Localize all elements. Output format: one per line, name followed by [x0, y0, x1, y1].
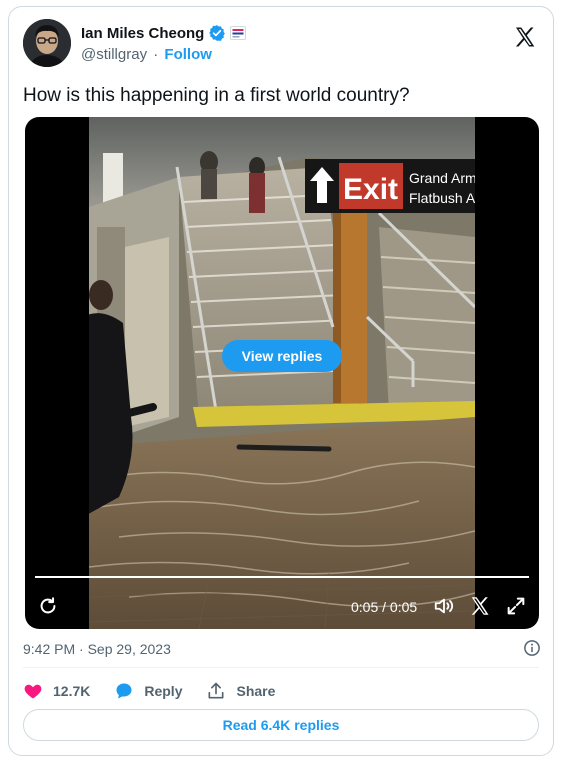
x-logo-icon[interactable]	[513, 25, 537, 49]
replay-icon[interactable]	[37, 595, 59, 617]
avatar[interactable]	[23, 19, 71, 67]
volume-icon[interactable]	[433, 595, 455, 617]
like-count: 12.7K	[53, 683, 91, 699]
fullscreen-icon[interactable]	[505, 595, 527, 617]
tweet-header: Ian Miles Cheong @stillgray · Follow	[23, 19, 539, 71]
verified-badge-icon	[208, 24, 226, 42]
progress-track[interactable]	[35, 576, 529, 578]
action-bar: 12.7K Reply Share	[23, 679, 299, 703]
sign-line1: Grand Arm	[409, 170, 475, 186]
read-replies-button[interactable]: Read 6.4K replies	[23, 709, 539, 741]
divider	[23, 667, 539, 668]
tweet-text: How is this happening in a first world c…	[23, 85, 410, 106]
name-row: Ian Miles Cheong	[81, 24, 247, 42]
reply-label: Reply	[144, 683, 183, 699]
share-button[interactable]: Share	[206, 681, 275, 701]
handle-row: @stillgray · Follow	[81, 46, 212, 63]
view-replies-button[interactable]: View replies	[222, 340, 342, 372]
info-icon[interactable]	[523, 639, 541, 657]
heart-icon	[23, 681, 43, 701]
share-label: Share	[236, 683, 276, 699]
video-controls: 0:05 / 0:05	[25, 591, 539, 623]
affiliate-badge-icon[interactable]	[230, 26, 247, 40]
video-frame[interactable]: Exit Grand Arm Flatbush A	[89, 117, 475, 629]
video-player[interactable]: Exit Grand Arm Flatbush A View replies 0…	[25, 117, 539, 629]
follow-button[interactable]: Follow	[164, 46, 212, 63]
like-button[interactable]: 12.7K	[23, 681, 90, 701]
sign-line2: Flatbush A	[409, 190, 475, 206]
author-name[interactable]: Ian Miles Cheong	[81, 25, 204, 42]
x-logo-icon[interactable]	[469, 595, 491, 617]
separator: ·	[153, 46, 159, 63]
speech-bubble-icon	[114, 681, 134, 701]
time-display: 0:05 / 0:05	[351, 599, 418, 615]
reply-button[interactable]: Reply	[114, 681, 182, 701]
progress-fill	[35, 576, 529, 578]
share-arrow-icon	[206, 681, 226, 701]
tweet-timestamp[interactable]: 9:42 PM · Sep 29, 2023	[23, 641, 171, 657]
tweet-card: Ian Miles Cheong @stillgray · Follow How…	[8, 6, 554, 756]
exit-sign-text: Exit	[343, 173, 398, 206]
author-handle[interactable]: @stillgray	[81, 46, 147, 63]
